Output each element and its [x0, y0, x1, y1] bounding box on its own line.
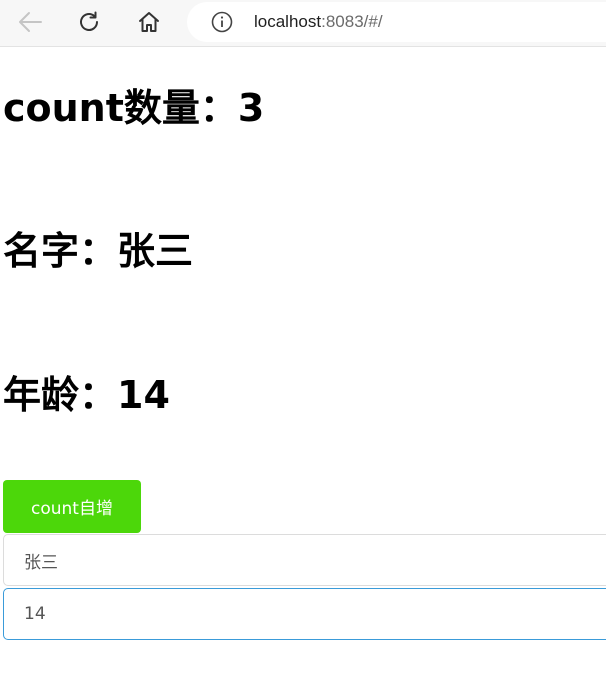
count-heading: count数量：3	[3, 86, 265, 130]
age-heading: 年龄：14	[3, 373, 170, 417]
age-input[interactable]	[3, 588, 606, 640]
reload-icon	[80, 11, 98, 31]
home-icon	[139, 12, 159, 32]
browser-toolbar: localhost:8083/#/	[0, 0, 606, 47]
name-heading: 名字：张三	[3, 229, 194, 273]
info-icon[interactable]	[211, 11, 233, 33]
reload-button[interactable]	[74, 7, 104, 37]
count-increment-button[interactable]: count自增	[3, 480, 141, 533]
back-button[interactable]	[15, 7, 45, 37]
back-arrow-icon	[19, 12, 42, 32]
address-bar[interactable]: localhost:8083/#/	[187, 2, 606, 42]
url-text: localhost:8083/#/	[254, 12, 383, 32]
home-button[interactable]	[134, 7, 164, 37]
url-host: localhost	[254, 12, 322, 31]
name-input[interactable]	[3, 534, 606, 586]
url-path: :8083/#/	[321, 12, 383, 31]
